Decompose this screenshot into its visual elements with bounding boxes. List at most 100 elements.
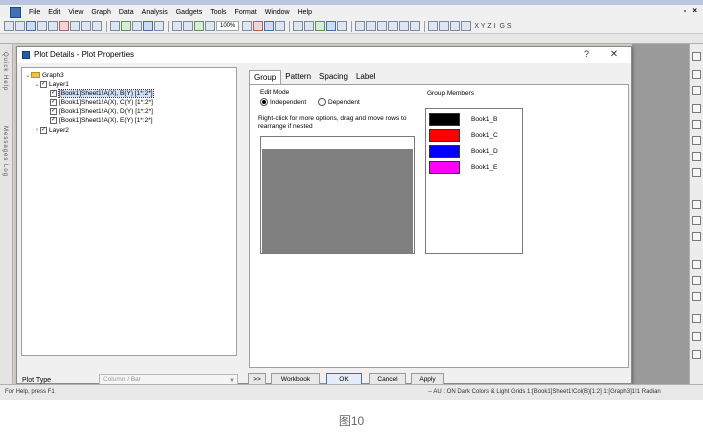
code-builder-icon[interactable] (275, 21, 286, 31)
tree-node-plot-d[interactable]: ✓ [Book1]Sheet1!A(X), D(Y) [1*:2*] (50, 107, 153, 115)
rescale-icon[interactable] (304, 21, 315, 31)
new-graph-icon[interactable] (26, 21, 36, 31)
layer1-checkbox[interactable]: ✓ (40, 80, 47, 88)
tree-node-plot-b[interactable]: ✓ [Book1]Sheet1!A(X), B(Y) [1*:2*] (50, 88, 154, 98)
member-row[interactable]: Book1_E (429, 161, 497, 174)
scatter-plot-icon[interactable] (439, 21, 450, 31)
new-project-icon[interactable] (4, 21, 14, 31)
layer2-checkbox[interactable]: ✓ (40, 126, 47, 134)
quick-help-tab[interactable]: Quick Help (2, 52, 8, 91)
plot-checkbox[interactable]: ✓ (50, 98, 57, 106)
member-row[interactable]: Book1_B (429, 113, 497, 126)
tree-node-layer1[interactable]: ⌄ ✓ Layer1 (34, 80, 69, 88)
area-plot-icon[interactable] (461, 21, 472, 31)
tree-node-plot-e[interactable]: ✓ [Book1]Sheet1!A(X), E(Y) [1*:2*] (50, 116, 153, 124)
pointer-tool-icon[interactable] (692, 52, 701, 61)
open-icon[interactable] (70, 21, 80, 31)
new-notes-icon[interactable] (59, 21, 69, 31)
group-list[interactable] (260, 136, 415, 254)
tree-node-plot-c[interactable]: ✓ [Book1]Sheet1!A(X), C(Y) [1*:2*] (50, 98, 153, 106)
results-log-icon[interactable] (264, 21, 275, 31)
project-explorer-icon[interactable] (253, 21, 264, 31)
link-icon[interactable] (692, 332, 701, 341)
new-matrix-icon[interactable] (37, 21, 47, 31)
menu-file[interactable]: File (25, 9, 44, 16)
zoom-select[interactable]: 100% (216, 21, 240, 31)
duplicate-icon[interactable] (205, 21, 215, 31)
member-row[interactable]: Book1_D (429, 145, 498, 158)
scale-tool-icon[interactable] (692, 86, 701, 95)
recalculate-icon[interactable] (132, 21, 142, 31)
tree-node-layer2[interactable]: › ✓ Layer2 (34, 126, 69, 134)
menu-analysis[interactable]: Analysis (138, 9, 172, 16)
tab-group[interactable]: Group (249, 70, 282, 84)
dialog-title-bar[interactable]: Plot Details - Plot Properties ? ✕ (17, 47, 631, 63)
print-icon[interactable] (154, 21, 164, 31)
menu-view[interactable]: View (64, 9, 87, 16)
set-values-icon[interactable] (410, 21, 421, 31)
new-function-icon[interactable] (48, 21, 58, 31)
draw-data-icon[interactable] (692, 232, 701, 241)
tab-spacing[interactable]: Spacing (315, 70, 352, 84)
zoom-in-icon[interactable] (242, 21, 253, 31)
column-z-icon[interactable] (377, 21, 388, 31)
toolbar-tail-letters[interactable]: G S (500, 23, 512, 30)
plot-checkbox[interactable]: ✓ (50, 107, 57, 115)
menu-tools[interactable]: Tools (206, 9, 230, 16)
tab-label[interactable]: Label (352, 70, 380, 84)
independent-radio[interactable]: Independent (260, 98, 306, 106)
column-x-icon[interactable] (355, 21, 366, 31)
layer-arrange-icon[interactable] (692, 314, 701, 323)
color-scale-icon[interactable] (692, 292, 701, 301)
menu-help[interactable]: Help (294, 9, 316, 16)
data-reader-icon[interactable] (692, 104, 701, 113)
statistics-icon[interactable] (388, 21, 399, 31)
column-designation-letters[interactable]: X Y Z I (474, 23, 495, 30)
new-workbook-icon[interactable] (15, 21, 25, 31)
import-icon[interactable] (110, 21, 120, 31)
menu-format[interactable]: Format (231, 9, 261, 16)
group-icon[interactable] (692, 350, 701, 359)
add-table-icon[interactable] (692, 276, 701, 285)
export-graph-icon[interactable] (183, 21, 193, 31)
column-plot-icon[interactable] (450, 21, 461, 31)
zoom-tool-icon[interactable] (692, 70, 701, 79)
batch-plot-icon[interactable] (143, 21, 153, 31)
radio-unselected-icon[interactable] (318, 98, 326, 106)
merge-graphs-icon[interactable] (337, 21, 348, 31)
messages-log-tab[interactable]: Messages Log (2, 126, 8, 177)
line-plot-icon[interactable] (428, 21, 439, 31)
rectangle-tool-icon[interactable] (692, 136, 701, 145)
open-template-icon[interactable] (81, 21, 91, 31)
group-row-area[interactable] (262, 149, 413, 253)
copy-page-icon[interactable] (172, 21, 182, 31)
menu-edit[interactable]: Edit (44, 9, 64, 16)
arrow-tool-icon[interactable] (692, 168, 701, 177)
sort-icon[interactable] (399, 21, 410, 31)
plot-checkbox[interactable]: ✓ (50, 89, 57, 97)
mask-tool-icon[interactable] (692, 216, 701, 225)
tab-pattern[interactable]: Pattern (281, 70, 315, 84)
radio-selected-icon[interactable] (260, 98, 268, 106)
tree-node-graph[interactable]: ⌄ Graph3 (25, 71, 63, 79)
dialog-close-icon[interactable]: ✕ (607, 48, 621, 61)
member-row[interactable]: Book1_C (429, 129, 498, 142)
import-wizard-icon[interactable] (121, 21, 131, 31)
menu-graph[interactable]: Graph (87, 9, 114, 16)
help-icon[interactable]: ? (584, 49, 589, 59)
close-icon[interactable]: × (692, 6, 697, 15)
region-tool-icon[interactable] (692, 200, 701, 209)
minimize-icon[interactable]: - (684, 6, 687, 15)
menu-window[interactable]: Window (261, 9, 294, 16)
text-tool-icon[interactable] (692, 152, 701, 161)
layer-icon[interactable] (293, 21, 304, 31)
plot-checkbox[interactable]: ✓ (50, 116, 57, 124)
add-text-icon[interactable] (692, 260, 701, 269)
add-legend-icon[interactable] (315, 21, 326, 31)
refresh-icon[interactable] (194, 21, 204, 31)
origin-app-icon[interactable] (10, 6, 21, 18)
column-y-icon[interactable] (366, 21, 377, 31)
save-icon[interactable] (92, 21, 102, 31)
menu-data[interactable]: Data (115, 9, 138, 16)
add-axis-icon[interactable] (326, 21, 337, 31)
